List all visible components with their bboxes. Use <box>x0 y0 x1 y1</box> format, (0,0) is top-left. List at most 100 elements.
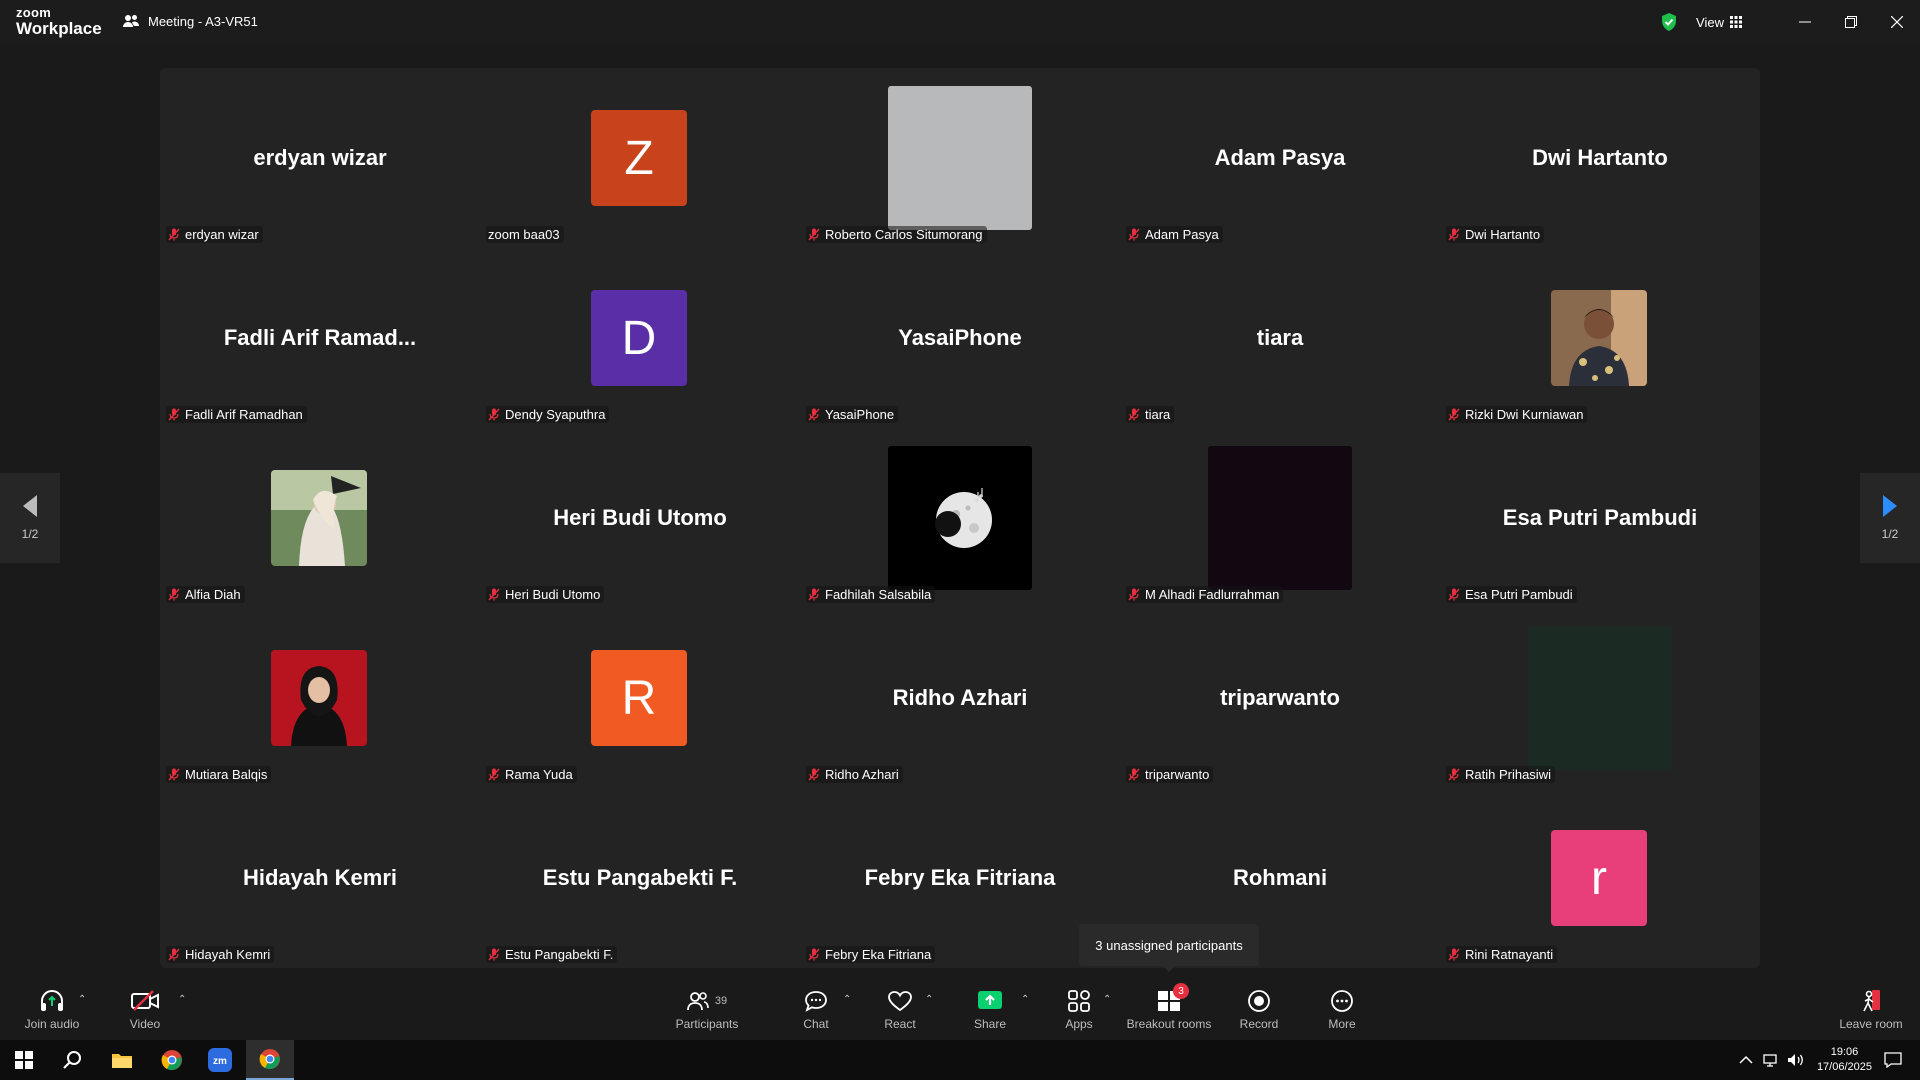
video-options-caret-icon[interactable]: ⌃ <box>178 994 186 1005</box>
participant-tile[interactable]: Fadli Arif Ramad... Fadli Arif Ramadhan <box>160 248 480 428</box>
mic-muted-icon <box>808 228 820 241</box>
minimize-button[interactable] <box>1782 0 1828 44</box>
chrome-button[interactable] <box>148 1040 196 1080</box>
leave-room-button[interactable]: Leave room <box>1838 980 1904 1038</box>
apps-options-caret-icon[interactable]: ⌃ <box>1103 994 1111 1005</box>
participant-tile[interactable]: R Rama Yuda <box>480 608 800 788</box>
participant-tile[interactable]: Heri Budi Utomo Heri Budi Utomo <box>480 428 800 608</box>
participant-tile[interactable]: Hidayah Kemri Hidayah Kemri <box>160 788 480 968</box>
participant-tile[interactable]: Estu Pangabekti F. Estu Pangabekti F. <box>480 788 800 968</box>
participant-name: M Alhadi Fadlurrahman <box>1145 587 1280 602</box>
search-button[interactable] <box>48 1040 96 1080</box>
start-button[interactable] <box>0 1040 48 1080</box>
audio-options-caret-icon[interactable]: ⌃ <box>78 994 86 1005</box>
share-button[interactable]: Share <box>970 980 1010 1038</box>
participant-name: triparwanto <box>1145 767 1210 782</box>
participant-name-label: Ridho Azhari <box>806 766 903 783</box>
participant-video <box>1208 446 1352 590</box>
restore-button[interactable] <box>1828 0 1874 44</box>
share-screen-icon <box>978 991 1002 1009</box>
windows-taskbar: zm 19:06 17/06/2025 <box>0 1040 1920 1080</box>
clock[interactable]: 19:06 17/06/2025 <box>1817 1045 1872 1075</box>
participant-tile[interactable]: Adam Pasya Adam Pasya <box>1120 68 1440 248</box>
participant-name-label: Esa Putri Pambudi <box>1446 586 1577 603</box>
profile-photo <box>271 470 367 566</box>
video-label: Video <box>129 1017 161 1031</box>
chevron-up-icon[interactable] <box>1739 1055 1753 1065</box>
participant-tile[interactable]: tiara tiara <box>1120 248 1440 428</box>
apps-button[interactable]: Apps <box>1059 980 1099 1038</box>
chat-options-caret-icon[interactable]: ⌃ <box>843 994 851 1005</box>
participant-tile[interactable]: D Dendy Syaputhra <box>480 248 800 428</box>
participants-button[interactable]: 39 Participants <box>672 980 742 1038</box>
encryption-shield-icon[interactable] <box>1660 12 1678 32</box>
participant-tile[interactable]: Roberto Carlos Situmorang <box>800 68 1120 248</box>
participant-name: Alfia Diah <box>185 587 241 602</box>
participant-tile[interactable]: triparwanto triparwanto <box>1120 608 1440 788</box>
participant-tile[interactable]: Zzoom baa03 <box>480 68 800 248</box>
participant-name: Heri Budi Utomo <box>505 587 601 602</box>
file-explorer-button[interactable] <box>98 1040 146 1080</box>
chat-button[interactable]: Chat <box>796 980 836 1038</box>
mic-muted-icon <box>488 948 500 961</box>
participant-tile[interactable]: Mutiara Balqis <box>160 608 480 788</box>
participant-letter-avatar: r <box>1551 830 1647 926</box>
previous-page-button[interactable]: 1/2 <box>0 473 60 563</box>
participant-tile[interactable]: Febry Eka Fitriana Febry Eka Fitriana <box>800 788 1120 968</box>
join-audio-button[interactable]: Join audio <box>20 980 84 1038</box>
participant-name: Adam Pasya <box>1145 227 1219 242</box>
participant-name: Dendy Syaputhra <box>505 407 606 422</box>
participant-tile[interactable]: r Rini Ratnayanti <box>1440 788 1760 968</box>
mic-muted-icon <box>1128 408 1140 421</box>
participant-name-label: Ratih Prihasiwi <box>1446 766 1555 783</box>
video-button[interactable]: Video <box>120 980 170 1038</box>
logo-line1: zoom <box>16 5 52 20</box>
network-icon[interactable] <box>1763 1053 1779 1067</box>
view-label: View <box>1696 14 1724 30</box>
participant-tile[interactable]: Alfia Diah <box>160 428 480 608</box>
volume-icon[interactable] <box>1787 1053 1805 1067</box>
notification-icon[interactable] <box>1884 1052 1902 1068</box>
share-options-caret-icon[interactable]: ⌃ <box>1021 994 1029 1005</box>
participant-tile[interactable]: Ratih Prihasiwi <box>1440 608 1760 788</box>
system-tray: 19:06 17/06/2025 <box>1739 1040 1920 1080</box>
participant-name-label: Rini Ratnayanti <box>1446 946 1558 963</box>
participant-tile[interactable]: Fadhilah Salsabila <box>800 428 1120 608</box>
view-button[interactable]: View <box>1696 15 1742 30</box>
react-button[interactable]: React <box>880 980 920 1038</box>
participants-label: Participants <box>675 1017 739 1031</box>
participant-tile[interactable]: YasaiPhone YasaiPhone <box>800 248 1120 428</box>
mic-muted-icon <box>1128 768 1140 781</box>
participant-tile[interactable]: erdyan wizar erdyan wizar <box>160 68 480 248</box>
participant-tile[interactable]: Ridho Azhari Ridho Azhari <box>800 608 1120 788</box>
participant-tile[interactable]: M Alhadi Fadlurrahman <box>1120 428 1440 608</box>
zoom-taskbar-button[interactable]: zm <box>196 1040 244 1080</box>
breakout-rooms-button[interactable]: 3 Breakout rooms <box>1124 980 1214 1038</box>
participant-tile[interactable]: Rizki Dwi Kurniawan <box>1440 248 1760 428</box>
participant-name-label: Mutiara Balqis <box>166 766 272 783</box>
video-off-icon <box>131 990 159 1011</box>
zoom-workplace-logo: zoom Workplace <box>16 6 102 37</box>
headphone-icon <box>41 990 63 1011</box>
grid-icon <box>1730 16 1742 28</box>
folder-icon <box>112 1054 132 1068</box>
participant-display-name: Ridho Azhari <box>892 685 1028 710</box>
next-page-button[interactable]: 1/2 <box>1860 473 1920 563</box>
react-options-caret-icon[interactable]: ⌃ <box>925 994 933 1005</box>
participant-tile[interactable]: Dwi Hartanto Dwi Hartanto <box>1440 68 1760 248</box>
close-button[interactable] <box>1874 0 1920 44</box>
record-button[interactable]: Record <box>1238 980 1280 1038</box>
participant-video <box>888 86 1032 230</box>
heart-icon <box>888 991 912 1012</box>
clock-date: 17/06/2025 <box>1816 1061 1872 1073</box>
participants-count: 39 <box>714 995 728 1007</box>
more-label: More <box>1328 1017 1356 1031</box>
participant-name-label: Rizki Dwi Kurniawan <box>1446 406 1588 423</box>
participant-tile[interactable]: Esa Putri Pambudi Esa Putri Pambudi <box>1440 428 1760 608</box>
participant-name-label: Dendy Syaputhra <box>486 406 610 423</box>
clock-time: 19:06 <box>1830 1046 1859 1058</box>
participant-name: Fadhilah Salsabila <box>825 587 932 602</box>
more-button[interactable]: More <box>1322 980 1362 1038</box>
participant-name: Estu Pangabekti F. <box>505 947 614 962</box>
chrome-active-button[interactable] <box>246 1040 294 1080</box>
